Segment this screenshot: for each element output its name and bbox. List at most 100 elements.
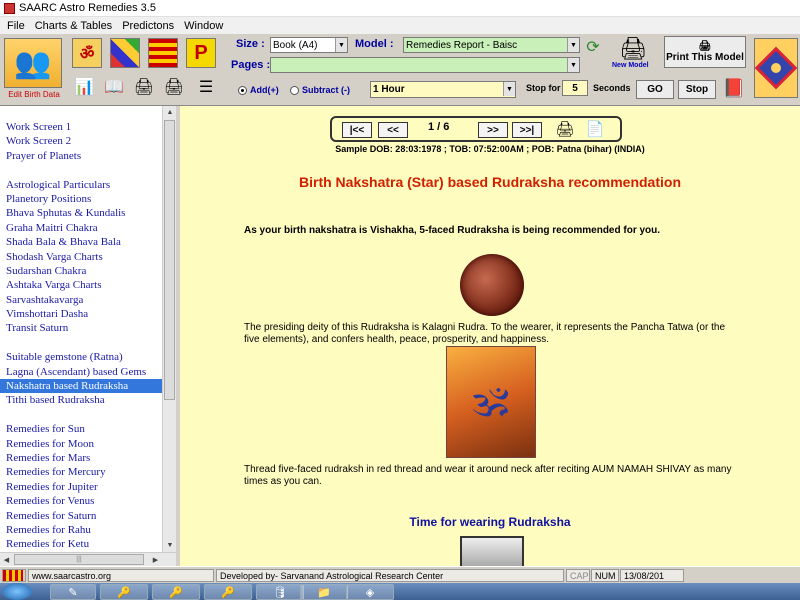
taskbar-app-1[interactable]: ✎ <box>50 584 96 600</box>
sidebar-separator <box>0 408 162 422</box>
wearing-time-heading: Time for wearing Rudraksha <box>409 515 571 529</box>
taskbar-app-3[interactable]: 🔑 <box>152 584 200 600</box>
sidebar-item[interactable]: Astrological Particulars <box>0 178 162 192</box>
preview-icon[interactable]: 📄 <box>582 118 608 140</box>
sidebar-item[interactable]: Transit Saturn <box>0 321 162 335</box>
sidebar-item[interactable]: Remedies for Mars <box>0 451 162 465</box>
print-model-button[interactable]: 🖨 Print This Model <box>664 36 746 68</box>
menu-window[interactable]: Window <box>179 20 228 32</box>
list-icon[interactable]: ☰ <box>192 74 220 100</box>
sidebar-item[interactable]: Suitable gemstone (Ratna) <box>0 350 162 364</box>
horizontal-scrollbar[interactable]: ◀ ||| ▶ <box>0 552 176 566</box>
taskbar-app-4[interactable]: 🔑 <box>204 584 252 600</box>
taskbar-app-5[interactable]: 🛢 <box>256 584 304 600</box>
sidebar-item[interactable]: Remedies for Jupiter <box>0 480 162 494</box>
instruction-text: Thread five-faced rudraksh in red thread… <box>244 464 732 487</box>
first-page-button[interactable]: |<< <box>342 122 372 138</box>
sidebar-item[interactable]: Planetory Positions <box>0 192 162 206</box>
sidebar-item[interactable]: Bhava Sphutas & Kundalis <box>0 206 162 220</box>
printer-icon[interactable]: 🖨 <box>160 74 188 100</box>
menu-predictions[interactable]: Predictons <box>117 20 179 32</box>
yantra-small-icon <box>2 569 26 582</box>
taskbar-app-7[interactable]: ◈ <box>346 584 394 600</box>
size-select[interactable]: Book (A4) ▼ <box>270 37 348 53</box>
prev-page-button[interactable]: << <box>378 122 408 138</box>
om-icon[interactable]: ॐ <box>72 38 102 68</box>
sidebar-item[interactable]: Graha Maitri Chakra <box>0 221 162 235</box>
stop-for-input[interactable]: 5 <box>562 80 588 96</box>
menu-bar: File Charts & Tables Predictons Window <box>0 17 800 34</box>
sidebar-item[interactable]: Shada Bala & Bhava Bala <box>0 235 162 249</box>
scroll-down-icon[interactable]: ▼ <box>163 539 177 552</box>
sidebar-item[interactable]: Remedies for Rahu <box>0 523 162 537</box>
printer-icon[interactable]: 🖨 <box>552 118 578 140</box>
size-value: Book (A4) <box>273 39 318 51</box>
sidebar-item[interactable]: Work Screen 2 <box>0 134 162 148</box>
stop-for-label: Stop for <box>526 83 561 93</box>
sidebar-item[interactable]: Remedies for Ketu <box>0 537 162 551</box>
scroll-thumb[interactable]: ||| <box>14 554 144 565</box>
chevron-down-icon: ▼ <box>335 38 347 52</box>
sidebar-item[interactable]: Lagna (Ascendant) based Gems <box>0 365 162 379</box>
chevron-down-icon: ▼ <box>503 82 515 96</box>
scroll-up-icon[interactable]: ▲ <box>163 106 177 119</box>
sidebar-item[interactable]: Remedies for Saturn <box>0 509 162 523</box>
interval-select[interactable]: 1 Hour ▼ <box>370 81 516 98</box>
website-cell: www.saarcastro.org <box>28 569 214 582</box>
num-cell: NUM <box>591 569 619 582</box>
subtract-radio[interactable]: Subtract (-) <box>290 85 350 95</box>
sidebar-item[interactable]: Shodash Varga Charts <box>0 250 162 264</box>
model-select[interactable]: Remedies Report - Baisc ▼ <box>403 37 580 53</box>
sidebar-item[interactable]: Remedies for Venus <box>0 494 162 508</box>
date-cell: 13/08/201 <box>620 569 684 582</box>
printer-icon[interactable]: 🖨 <box>614 34 652 64</box>
sidebar-item[interactable]: Remedies for Mercury <box>0 465 162 479</box>
menu-charts-tables[interactable]: Charts & Tables <box>30 20 117 32</box>
edit-birth-data-button[interactable]: 👥 Edit Birth Data <box>2 36 66 102</box>
sidebar-item[interactable]: Prayer of Planets <box>0 149 162 163</box>
sidebar-item[interactable]: Remedies for Moon <box>0 437 162 451</box>
go-label: GO <box>647 84 663 95</box>
chart-grid-icon[interactable] <box>110 38 140 68</box>
scroll-left-icon[interactable]: ◀ <box>0 553 13 566</box>
sidebar-item[interactable]: Work Screen 1 <box>0 120 162 134</box>
refresh-icon[interactable]: ⟳ <box>582 34 604 60</box>
bar-chart-icon[interactable]: 📊 <box>70 74 98 100</box>
title-bar: SAARC Astro Remedies 3.5 <box>0 0 800 17</box>
taskbar-app-6[interactable]: 📁 <box>300 584 348 600</box>
sidebar-item[interactable]: Ashtaka Varga Charts <box>0 278 162 292</box>
sidebar-item[interactable]: Nakshatra based Rudraksha <box>0 379 162 394</box>
seconds-label: Seconds <box>593 83 631 93</box>
taskbar-app-2[interactable]: 🔑 <box>100 584 148 600</box>
p-letter: P <box>194 41 208 64</box>
prev-label: << <box>387 124 399 136</box>
sidebar-item[interactable]: Tithi based Rudraksha <box>0 393 162 407</box>
menu-file[interactable]: File <box>2 20 30 32</box>
scroll-thumb[interactable] <box>164 120 175 400</box>
sidebar-item[interactable]: Remedies for Sun <box>0 422 162 436</box>
next-page-button[interactable]: >> <box>478 122 508 138</box>
om-letter: ॐ <box>79 46 95 63</box>
sidebar-item[interactable]: Sudarshan Chakra <box>0 264 162 278</box>
table-icon[interactable] <box>148 38 178 68</box>
add-radio[interactable]: Add(+) <box>238 85 279 95</box>
developer-cell: Developed by- Sarvanand Astrological Res… <box>216 569 564 582</box>
report-heading: Birth Nakshatra (Star) based Rudraksha r… <box>299 174 681 190</box>
book-icon[interactable]: 📖 <box>100 74 128 100</box>
new-model-label[interactable]: New Model <box>612 62 649 69</box>
sidebar-item[interactable]: Vimshottari Dasha <box>0 307 162 321</box>
scroll-right-icon[interactable]: ▶ <box>149 553 162 566</box>
start-button[interactable] <box>2 583 32 600</box>
help-book-icon[interactable]: 📕 <box>720 74 748 102</box>
yantra-icon[interactable] <box>754 38 798 98</box>
sidebar-item[interactable]: Sarvashtakavarga <box>0 293 162 307</box>
stop-button[interactable]: Stop <box>678 80 716 99</box>
last-page-button[interactable]: >>| <box>512 122 542 138</box>
go-button[interactable]: GO <box>636 80 674 99</box>
printer-icon[interactable]: 🖨 <box>130 74 158 100</box>
p-icon[interactable]: P <box>186 38 216 68</box>
status-bar: www.saarcastro.org Developed by- Sarvana… <box>0 566 800 583</box>
pages-select[interactable]: ▼ <box>270 57 580 73</box>
interval-value: 1 Hour <box>373 84 405 95</box>
vertical-scrollbar[interactable]: ▲ ▼ <box>162 106 176 552</box>
